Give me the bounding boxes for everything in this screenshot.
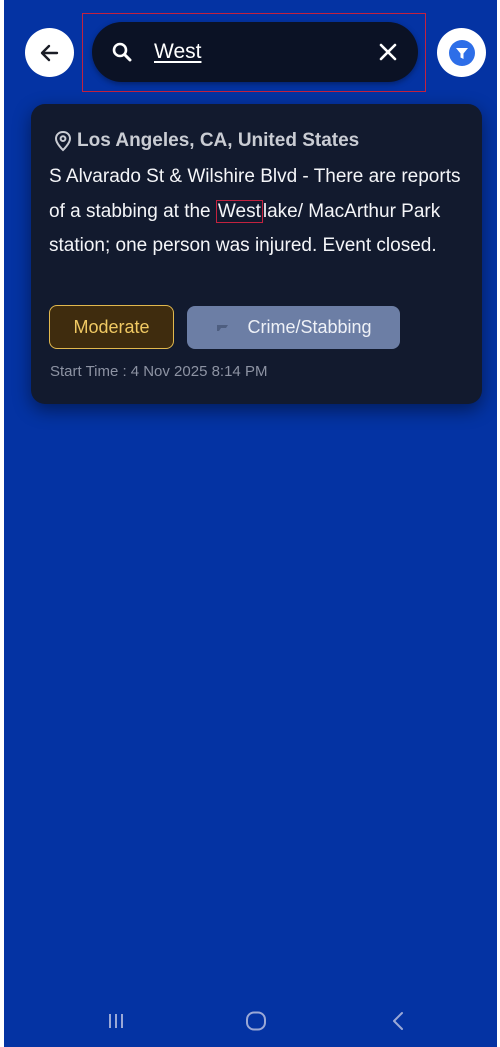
search-bar[interactable] (92, 22, 418, 82)
nav-home-button[interactable] (240, 1008, 272, 1034)
recent-apps-icon (109, 1014, 123, 1028)
location-row: Los Angeles, CA, United States (53, 130, 359, 152)
incident-location: Los Angeles, CA, United States (77, 130, 360, 151)
arrow-left-icon (40, 44, 58, 61)
search-match-highlight: West (215, 199, 263, 223)
app-screen: Los Angeles, CA, United States S Alvarad… (4, 0, 497, 1047)
nav-recents-button[interactable] (100, 1008, 132, 1034)
start-time-label: Start Time : (50, 363, 127, 380)
back-button[interactable] (25, 28, 74, 77)
knife-icon (217, 324, 229, 331)
incident-description: S Alvarado St & Wilshire Blvd - There ar… (49, 160, 465, 264)
back-chevron-icon (393, 1012, 403, 1030)
nav-back-button[interactable] (382, 1008, 414, 1034)
category-chip: Crime/Stabbing (187, 306, 400, 349)
filter-button[interactable] (437, 28, 486, 77)
start-time-value: 4 Nov 2025 8:14 PM (130, 363, 268, 380)
start-time: Start Time : 4 Nov 2025 8:14 PM (50, 363, 267, 380)
clear-search-button[interactable] (374, 38, 402, 66)
home-icon (246, 1011, 266, 1031)
close-icon (379, 43, 397, 61)
system-nav-bar (4, 996, 497, 1047)
funnel-icon (448, 39, 475, 66)
category-label: Crime/Stabbing (247, 317, 372, 337)
search-icon (112, 42, 132, 62)
severity-badge: Moderate (49, 305, 174, 349)
incident-card[interactable]: Los Angeles, CA, United States S Alvarad… (31, 104, 482, 404)
search-input[interactable] (154, 36, 354, 68)
map-pin-icon (54, 130, 72, 152)
